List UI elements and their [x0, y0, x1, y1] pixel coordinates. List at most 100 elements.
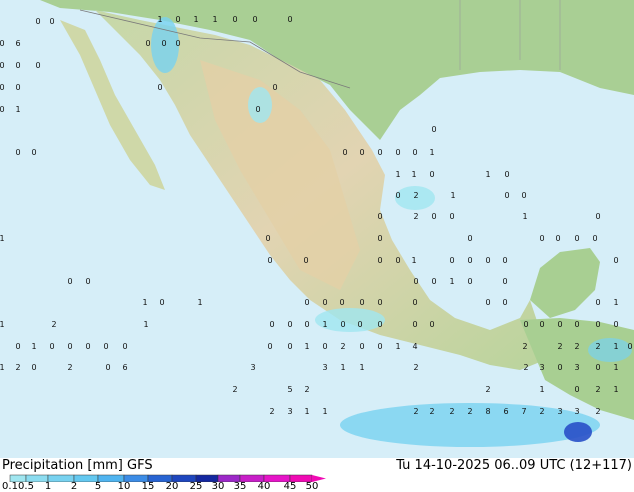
precip-value: 0: [431, 125, 437, 134]
precip-value: 0: [15, 83, 21, 92]
precip-value: 0: [429, 170, 435, 179]
precip-value: 0: [175, 39, 181, 48]
precip-value: 1: [0, 320, 5, 329]
precip-value: 0: [613, 320, 619, 329]
precip-value: 0: [502, 277, 508, 286]
precip-value: 2: [413, 363, 419, 372]
precip-value: 2: [15, 363, 21, 372]
precip-value: 1: [31, 342, 37, 351]
precip-value: 0: [412, 320, 418, 329]
precip-value: 0: [504, 170, 510, 179]
precip-value: 0: [359, 148, 365, 157]
precip-value: 1: [450, 191, 456, 200]
precip-value: 0: [521, 191, 527, 200]
precip-value: 3: [287, 407, 293, 416]
precip-value: 1: [197, 298, 203, 307]
precipitation-map: 0 0 1 0 1 1 0 0 0 0 6 0 0 0 0 0 0 0 0 0 0 0 1 0 0 0 0 0 0 0 0 0 1 1 1 0 1 0 0 2…: [0, 0, 634, 458]
precip-value: 2: [413, 407, 419, 416]
precip-value: 2: [522, 342, 528, 351]
precip-value: 1: [143, 320, 149, 329]
precip-value: 0: [504, 191, 510, 200]
precip-value: 1: [411, 256, 417, 265]
precip-value: 0: [357, 320, 363, 329]
valid-time: Tu 14-10-2025 06..09 UTC (12+117): [396, 458, 632, 473]
precip-value: 0: [340, 320, 346, 329]
precip-value: 2: [51, 320, 57, 329]
precip-value: 0: [377, 148, 383, 157]
precip-value: 0: [557, 363, 563, 372]
precip-value: 2: [429, 407, 435, 416]
precip-value: 0: [267, 342, 273, 351]
precip-value: 2: [304, 385, 310, 394]
precip-value: 3: [250, 363, 256, 372]
precip-value: 0: [157, 83, 163, 92]
precip-value: 7: [521, 407, 527, 416]
precip-value: 0: [161, 39, 167, 48]
precip-value: 2: [557, 342, 563, 351]
precip-value: 0: [265, 234, 271, 243]
precip-value: 0: [467, 256, 473, 265]
precip-value: 0: [122, 342, 128, 351]
precip-value: 1: [411, 170, 417, 179]
precip-value: 0: [49, 17, 55, 26]
precip-value: 0: [287, 342, 293, 351]
colorbar-label: 1: [44, 481, 52, 492]
precip-value: 0: [35, 17, 41, 26]
precip-value: 0: [449, 256, 455, 265]
precip-value: 0: [0, 39, 5, 48]
precip-value: 3: [322, 363, 328, 372]
precip-value: 0: [359, 298, 365, 307]
precip-value: 1: [539, 385, 545, 394]
precip-value: 1: [193, 15, 199, 24]
precip-value: 2: [232, 385, 238, 394]
precip-value: 0: [539, 320, 545, 329]
precip-value: 1: [613, 298, 619, 307]
precip-value: 1: [613, 385, 619, 394]
precip-value: 0: [395, 148, 401, 157]
precip-value: 0: [252, 15, 258, 24]
precip-value: 1: [322, 407, 328, 416]
colorbar-label: 40: [257, 481, 271, 492]
precip-value: 2: [467, 407, 473, 416]
precip-value: 0: [304, 298, 310, 307]
precip-value: 0: [413, 277, 419, 286]
colorbar-label: 50: [305, 481, 319, 492]
colorbar-label: 20: [165, 481, 179, 492]
precip-value: 0: [412, 148, 418, 157]
precip-value: 2: [449, 407, 455, 416]
precip-value: 8: [485, 407, 491, 416]
precip-value: 1: [0, 234, 5, 243]
precip-value: 1: [613, 363, 619, 372]
precip-value: 0: [342, 148, 348, 157]
precip-value: 2: [595, 342, 601, 351]
map-title: Precipitation [mm] GFS: [2, 458, 153, 473]
colorbar-label: 15: [141, 481, 155, 492]
precip-value: 0: [322, 298, 328, 307]
precip-value: 2: [523, 363, 529, 372]
precip-value: 3: [539, 363, 545, 372]
precip-value: 1: [157, 15, 163, 24]
precip-value: 0: [322, 342, 328, 351]
precip-value: 0: [232, 15, 238, 24]
precip-value: 0: [429, 320, 435, 329]
precip-value: 1: [0, 363, 5, 372]
precip-value: 0: [159, 298, 165, 307]
precip-value: 0: [431, 277, 437, 286]
precip-value: 0: [574, 234, 580, 243]
precip-value: 1: [395, 170, 401, 179]
precip-value: 1: [340, 363, 346, 372]
precip-value: 0: [267, 256, 273, 265]
precip-value: 2: [595, 385, 601, 394]
precip-value: 0: [595, 320, 601, 329]
precip-value: 0: [377, 256, 383, 265]
precip-value: 0: [539, 234, 545, 243]
precip-value: 0: [103, 342, 109, 351]
precip-value: 2: [485, 385, 491, 394]
precip-value: 2: [539, 407, 545, 416]
precip-value: 0: [485, 256, 491, 265]
precip-value: 0: [377, 234, 383, 243]
precip-value: 0: [431, 212, 437, 221]
precip-value: 0: [287, 15, 293, 24]
precip-value: 2: [67, 363, 73, 372]
precip-value: 0: [592, 234, 598, 243]
